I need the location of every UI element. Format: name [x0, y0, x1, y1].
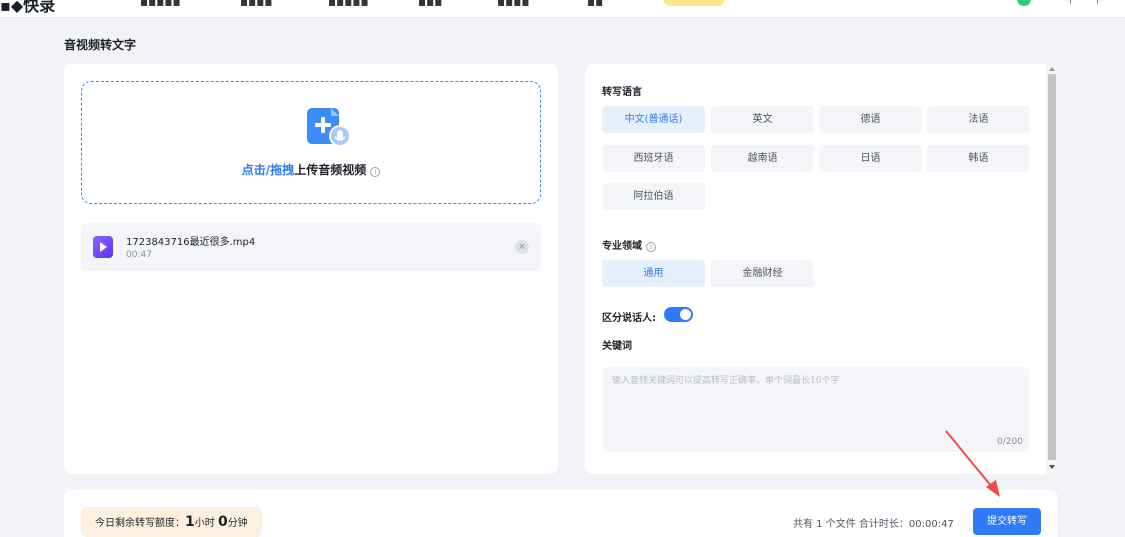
upload-dropzone[interactable]: 点击/拖拽上传音频视频 i: [81, 81, 541, 204]
nav-item-4[interactable]: ▪▪▪: [418, 0, 442, 9]
language-option-spanish[interactable]: 西班牙语: [602, 145, 705, 172]
language-option-english[interactable]: 英文: [711, 106, 814, 133]
nav-promo-badge[interactable]: [663, 0, 725, 6]
upload-link[interactable]: 点击/拖拽: [242, 163, 294, 177]
quota-badge: 今日剩余转写额度：1小时 0分钟: [81, 507, 262, 537]
language-option-japanese[interactable]: 日语: [819, 145, 922, 172]
upload-prompt[interactable]: 点击/拖拽上传音频视频 i: [82, 161, 540, 178]
language-option-korean[interactable]: 韩语: [927, 145, 1030, 172]
domain-label-text: 专业领域: [602, 241, 642, 252]
keywords-input[interactable]: [602, 367, 1029, 452]
info-icon[interactable]: i: [370, 167, 381, 177]
speaker-label: 区分说话人:: [602, 313, 656, 324]
quota-hours-unit: 小时: [194, 518, 215, 529]
keyword-char-count: 0/200: [997, 437, 1023, 447]
upload-panel: 点击/拖拽上传音频视频 i 1723843716最近很多.mp4 00:47 ×: [64, 64, 558, 474]
bottom-action-bar: 今日剩余转写额度：1小时 0分钟 共有 1 个文件 合计时长：00:00:47 …: [64, 490, 1058, 537]
scrollbar-thumb[interactable]: [1048, 74, 1056, 460]
language-option-arabic[interactable]: 阿拉伯语: [602, 183, 705, 210]
info-icon[interactable]: i: [646, 242, 656, 252]
quota-minutes: 0: [217, 514, 228, 530]
submit-transcription-button[interactable]: 提交转写: [973, 508, 1041, 535]
scroll-up-arrow-icon[interactable]: [1049, 67, 1055, 71]
upload-file-icon: [307, 108, 351, 147]
file-duration: 00:47: [126, 250, 152, 260]
quota-minutes-unit: 分钟: [227, 518, 248, 529]
quota-hours: 1: [185, 514, 195, 530]
video-file-icon: [93, 236, 113, 258]
nav-item-3[interactable]: ▪▪▪▪▪: [328, 0, 369, 9]
settings-panel: 转写语言 中文(普通话) 英文 德语 法语 西班牙语 越南语 日语 韩语 阿拉伯…: [585, 64, 1058, 474]
status-dot-icon: [1017, 0, 1031, 6]
language-option-mandarin[interactable]: 中文(普通话): [602, 106, 705, 133]
domain-option-finance[interactable]: 金融财经: [711, 260, 814, 287]
language-option-vietnamese[interactable]: 越南语: [711, 145, 814, 172]
quota-prefix: 今日剩余转写额度：: [95, 518, 185, 529]
top-nav: ▪◆快录 ▪▪▪▪▪ ▪▪▪▪ ▪▪▪▪▪ ▪▪▪ ▪▪▪▪ ▪▪: [0, 0, 1125, 18]
language-label: 转写语言: [602, 87, 642, 98]
file-list-item: 1723843716最近很多.mp4 00:47 ×: [81, 223, 541, 271]
nav-item-1[interactable]: ▪▪▪▪▪: [140, 0, 181, 9]
upload-prompt-text: 上传音频视频: [294, 163, 367, 177]
domain-label: 专业领域 i: [602, 237, 656, 252]
domain-option-general[interactable]: 通用: [602, 260, 705, 287]
scroll-down-arrow-icon[interactable]: [1049, 465, 1055, 469]
speaker-toggle[interactable]: [664, 307, 693, 322]
language-option-german[interactable]: 德语: [819, 106, 922, 133]
nav-item-6[interactable]: ▪▪: [587, 0, 603, 9]
nav-item-2[interactable]: ▪▪▪▪: [240, 0, 273, 9]
file-summary: 共有 1 个文件 合计时长：00:00:47: [793, 519, 954, 530]
page-title: 音视频转文字: [64, 38, 137, 52]
nav-divider: [1097, 0, 1098, 4]
nav-item-5[interactable]: ▪▪▪▪: [497, 0, 530, 9]
keywords-label: 关键词: [602, 341, 632, 352]
remove-file-close-icon[interactable]: ×: [515, 240, 529, 254]
settings-scrollbar[interactable]: [1046, 64, 1058, 474]
app-logo[interactable]: ▪◆快录: [0, 0, 55, 16]
file-name: 1723843716最近很多.mp4: [126, 237, 256, 248]
language-option-french[interactable]: 法语: [927, 106, 1030, 133]
nav-divider: [1070, 0, 1071, 4]
